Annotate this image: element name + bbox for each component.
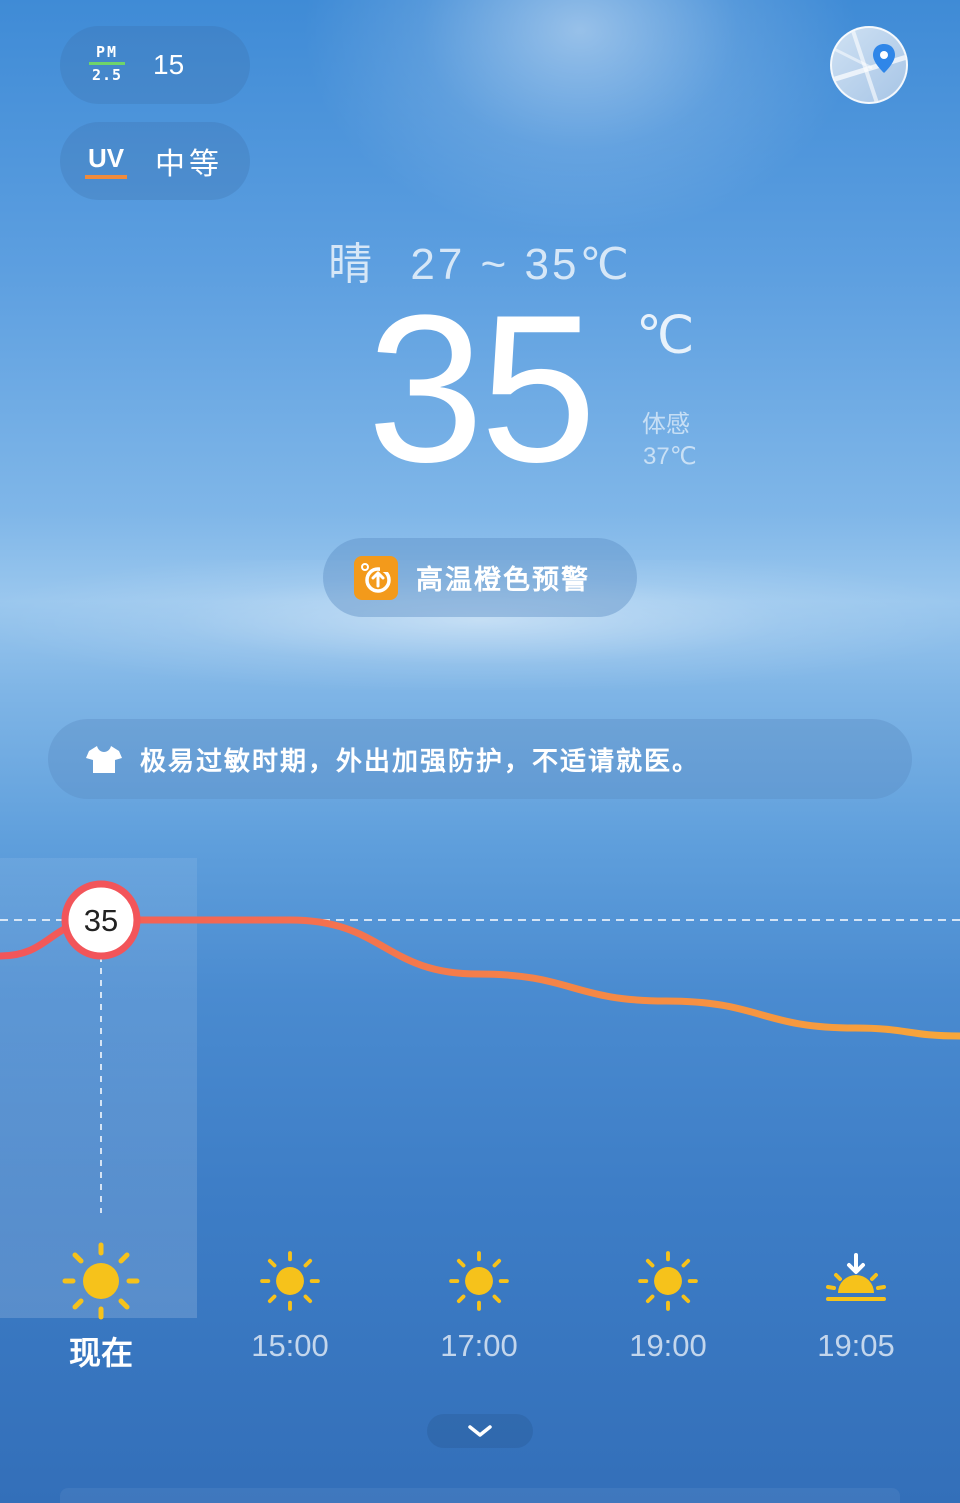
temperature-unit: ℃: [636, 307, 695, 365]
alert-text: 高温橙色预警: [416, 565, 590, 596]
feels-like-label: 体感: [642, 410, 690, 438]
hour-label: 15:00: [251, 1328, 329, 1363]
pm25-icon: PM 2.5: [87, 43, 127, 87]
health-tip-banner[interactable]: 极易过敏时期，外出加强防护，不适请就医。: [48, 719, 912, 799]
pm25-label-top: PM: [95, 43, 119, 61]
current-temperature: 35: [367, 271, 597, 506]
pm25-bar: [89, 62, 125, 65]
high-temp-alert-icon: [354, 555, 398, 600]
pm25-pill[interactable]: PM 2.5 15: [60, 26, 250, 104]
heat-alert-button[interactable]: 高温橙色预警: [323, 538, 637, 617]
hour-item-1905[interactable]: 19:05: [762, 1236, 950, 1364]
hourly-forecast-row: 现在 15:00 17:00 19:00 19:05: [0, 1236, 960, 1386]
hour-item-now[interactable]: 现在: [7, 1236, 195, 1374]
sun-icon: [638, 1251, 698, 1311]
temperature-series-line: [0, 916, 960, 1040]
feels-like-value: 37℃: [643, 443, 697, 470]
tip-text: 极易过敏时期，外出加强防护，不适请就医。: [140, 746, 701, 777]
pm25-value: 15: [153, 49, 185, 80]
hour-item-1700[interactable]: 17:00: [385, 1236, 573, 1364]
expand-forecast-button[interactable]: [427, 1414, 533, 1448]
sun-icon: [62, 1242, 140, 1320]
hour-label: 现在: [68, 1334, 133, 1372]
uv-icon: UV: [85, 143, 127, 179]
hourly-temperature-chart: 35: [0, 880, 960, 1213]
sun-icon: [449, 1251, 509, 1311]
hour-item-1500[interactable]: 15:00: [196, 1236, 384, 1364]
hour-label: 17:00: [440, 1328, 518, 1363]
map-icon: [832, 28, 906, 102]
pm25-label-bottom: 2.5: [91, 66, 123, 84]
sun-icon: [260, 1251, 320, 1311]
tshirt-icon: [86, 746, 122, 773]
uv-bar: [85, 175, 127, 179]
map-button[interactable]: [830, 26, 908, 104]
uv-label: UV: [87, 143, 125, 173]
sun-glare: [300, 0, 860, 240]
chevron-down-icon: [468, 1425, 492, 1437]
current-temperature-marker-label: 35: [84, 903, 118, 938]
hour-label: 19:00: [629, 1328, 707, 1363]
uv-value: 中等: [155, 147, 223, 182]
uv-pill[interactable]: UV 中等: [60, 122, 250, 200]
hour-item-1900[interactable]: 19:00: [574, 1236, 762, 1364]
bottom-sheet-edge: [60, 1488, 900, 1503]
hour-label: 19:05: [817, 1328, 895, 1363]
sunset-icon: [826, 1253, 886, 1301]
